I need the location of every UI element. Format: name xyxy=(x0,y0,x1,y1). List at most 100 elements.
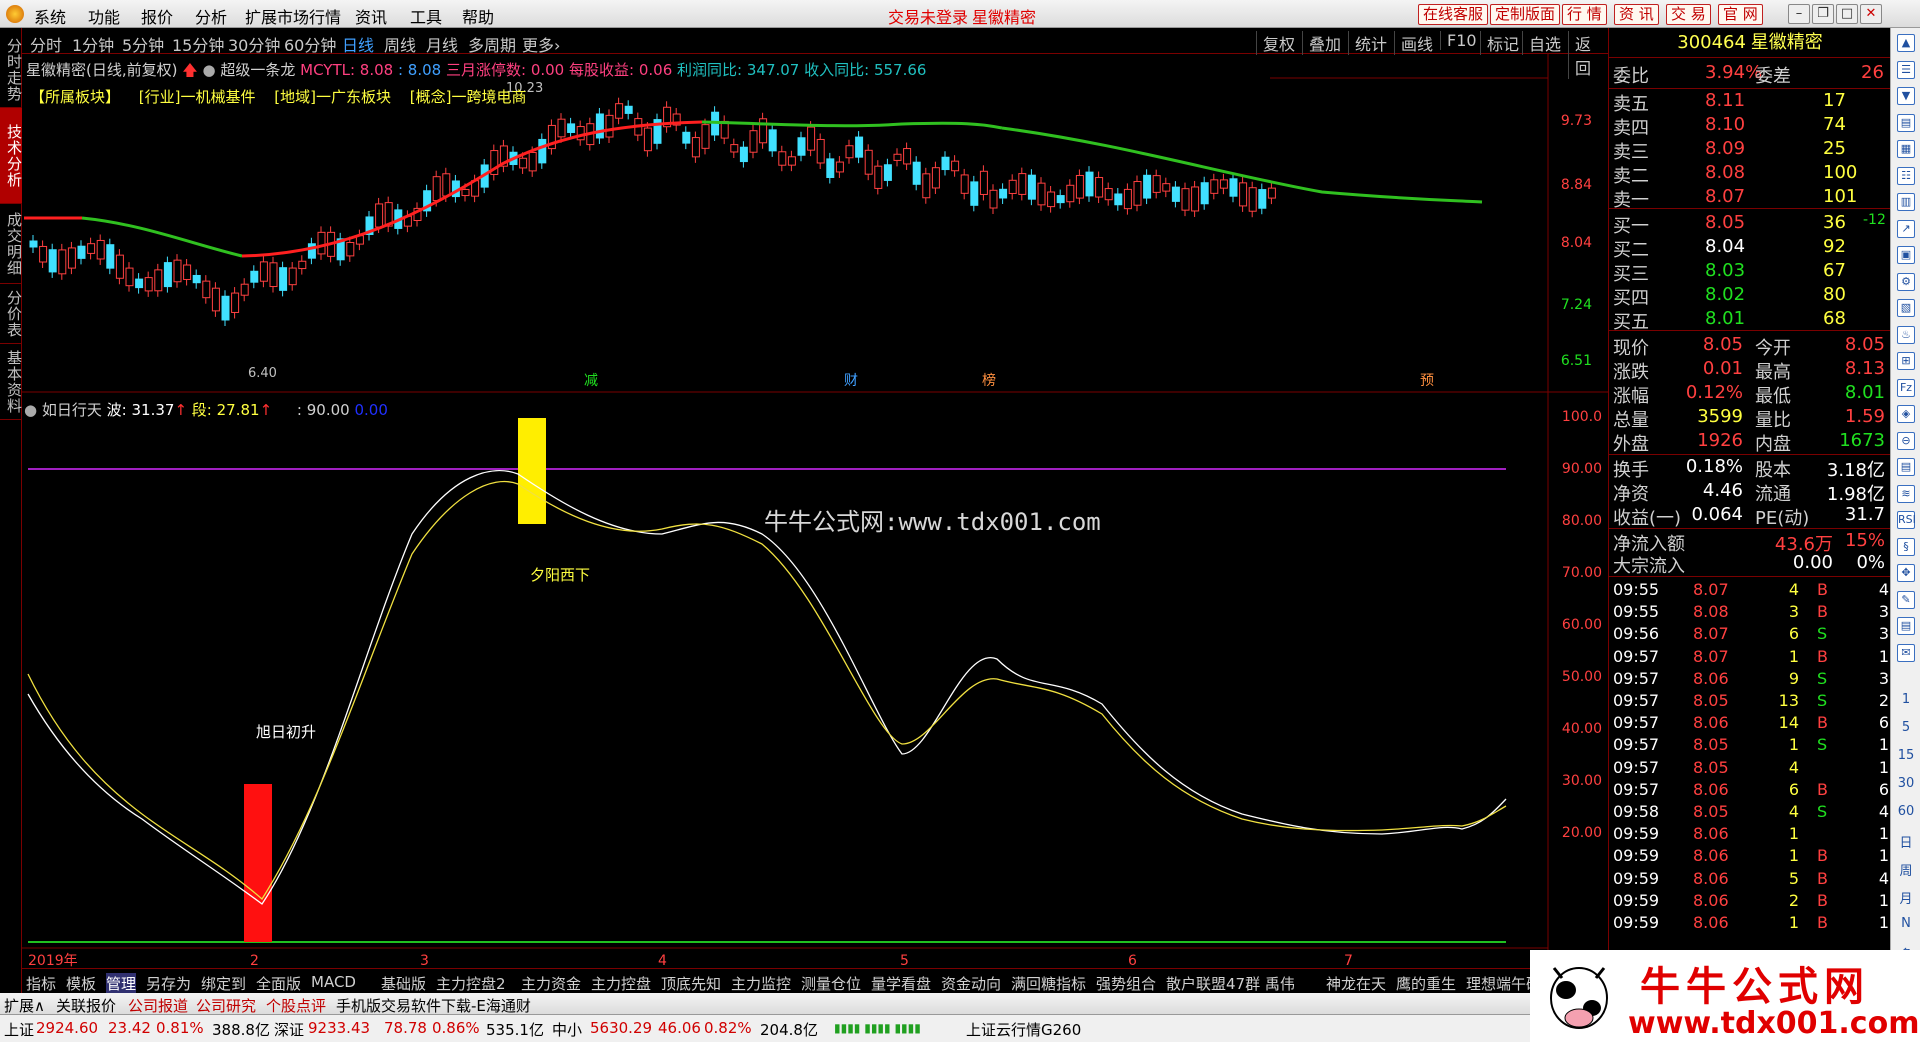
status-related-quote[interactable]: 关联报价 xyxy=(56,995,116,1016)
menu-help[interactable]: 帮助 xyxy=(462,4,494,28)
indicator-tab[interactable]: 散户联盟47群 禹伟 xyxy=(1166,973,1295,994)
menu-system[interactable]: 系统 xyxy=(34,4,66,28)
tool-strip-icon[interactable]: ▦ xyxy=(1897,140,1915,158)
tool-mark[interactable]: 标记 xyxy=(1480,31,1525,55)
tool-strip-icon[interactable]: ♨ xyxy=(1897,325,1915,344)
period-monthly[interactable]: 月线 xyxy=(426,32,458,56)
restore-icon[interactable]: ❐ xyxy=(1812,4,1834,24)
indicator-tab[interactable]: 指标 xyxy=(26,973,56,994)
tool-strip-icon[interactable]: ▣ xyxy=(1897,246,1915,264)
period-shortcut[interactable]: 月 xyxy=(1891,888,1920,907)
indicator-tab[interactable]: 管理 xyxy=(106,973,137,994)
period-intraday[interactable]: 分时 xyxy=(30,32,62,56)
tool-strip-icon[interactable]: Fz xyxy=(1897,378,1915,397)
status-company-research[interactable]: 公司研究 xyxy=(196,995,256,1016)
tool-adjust[interactable]: 复权 xyxy=(1256,31,1301,55)
chart-area[interactable]: 9.73 8.84 8.04 7.24 6.51 100.0 90.00 80.… xyxy=(22,54,1608,968)
period-30min[interactable]: 30分钟 xyxy=(228,32,280,56)
tool-draw-line[interactable]: 画线 xyxy=(1394,31,1439,55)
period-more[interactable]: 更多› xyxy=(522,32,560,56)
status-mobile-download[interactable]: 手机版交易软件下载-E海通财 xyxy=(336,995,531,1016)
quote-button[interactable]: 行 情 xyxy=(1562,4,1607,25)
cloud-quote-server[interactable]: 上证云行情G260 xyxy=(966,1019,1081,1040)
period-shortcut[interactable]: 周 xyxy=(1891,860,1920,879)
tool-strip-icon[interactable]: RSI xyxy=(1897,511,1916,529)
trade-button[interactable]: 交 易 xyxy=(1666,4,1711,25)
indicator-tab[interactable]: 顶底先知 xyxy=(661,973,721,994)
tool-overlay[interactable]: 叠加 xyxy=(1302,31,1347,55)
sub-dropdown-icon[interactable]: ● xyxy=(24,401,37,419)
period-daily[interactable]: 日线 xyxy=(342,32,374,56)
website-button[interactable]: 官 网 xyxy=(1718,4,1763,25)
indicator-tab[interactable]: MACD xyxy=(311,973,356,991)
menu-tools[interactable]: 工具 xyxy=(410,4,442,28)
period-shortcut[interactable]: 15 xyxy=(1891,748,1920,763)
status-stock-comment[interactable]: 个股点评 xyxy=(266,995,326,1016)
period-5min[interactable]: 5分钟 xyxy=(122,32,164,56)
status-expand[interactable]: 扩展∧ xyxy=(4,995,45,1016)
sell-level-row[interactable]: 卖二 8.08 100 xyxy=(1613,162,1889,187)
sell-level-row[interactable]: 卖三 8.09 25 xyxy=(1613,138,1889,163)
event-mark-forecast[interactable]: 预 xyxy=(1420,373,1434,389)
period-shortcut[interactable]: 60 xyxy=(1891,804,1920,819)
tool-strip-icon[interactable]: ▤ xyxy=(1897,617,1915,635)
event-mark-finance[interactable]: 财 xyxy=(844,373,858,389)
indicator-tab[interactable]: 基础版 xyxy=(381,973,426,994)
period-1min[interactable]: 1分钟 xyxy=(72,32,114,56)
indicator-tab[interactable]: 模板 xyxy=(66,973,96,994)
sell-level-row[interactable]: 卖一 8.07 101 xyxy=(1613,186,1889,211)
buy-level-row[interactable]: 买二 8.04 92 xyxy=(1613,236,1889,261)
tool-strip-icon[interactable]: ✎ xyxy=(1897,590,1915,609)
maximize-icon[interactable]: □ xyxy=(1836,4,1858,24)
period-60min[interactable]: 60分钟 xyxy=(284,32,336,56)
menu-news[interactable]: 资讯 xyxy=(355,4,387,28)
sector-concept[interactable]: [概念]一跨境电商 xyxy=(410,88,527,106)
sell-level-row[interactable]: 卖五 8.11 17 xyxy=(1613,90,1889,115)
status-company-report[interactable]: 公司报道 xyxy=(128,995,188,1016)
menu-function[interactable]: 功能 xyxy=(88,4,120,28)
indicator-tab[interactable]: 主力资金 xyxy=(521,973,581,994)
indicator-tab[interactable]: 量学看盘 xyxy=(871,973,931,994)
tool-strip-icon[interactable]: ▲ xyxy=(1897,34,1915,52)
tool-strip-icon[interactable]: ⚙ xyxy=(1897,272,1915,291)
tool-f10[interactable]: F10 xyxy=(1440,31,1483,50)
news-button[interactable]: 资 讯 xyxy=(1614,4,1659,25)
event-mark-ranking[interactable]: 榜 xyxy=(982,372,996,389)
period-shortcut[interactable]: 30 xyxy=(1891,776,1920,791)
buy-level-row[interactable]: 买三 8.03 67 xyxy=(1613,260,1889,285)
indicator-tab[interactable]: 神龙在天 xyxy=(1326,973,1386,994)
tool-strip-icon[interactable]: ✉ xyxy=(1897,643,1915,662)
tool-strip-icon[interactable]: ↗ xyxy=(1897,219,1915,238)
tool-strip-icon[interactable]: ▤ xyxy=(1897,458,1915,476)
close-icon[interactable]: ✕ xyxy=(1860,4,1882,24)
dropdown-icon[interactable]: ● xyxy=(202,61,215,79)
tool-strip-icon[interactable]: ☰ xyxy=(1897,60,1915,79)
indicator-tab[interactable]: 测量仓位 xyxy=(801,973,861,994)
menu-analysis[interactable]: 分析 xyxy=(195,4,227,28)
indicator-tab[interactable]: 绑定到 xyxy=(201,973,246,994)
sell-level-row[interactable]: 卖四 8.10 74 xyxy=(1613,114,1889,139)
tool-statistics[interactable]: 统计 xyxy=(1348,31,1393,55)
tool-watchlist[interactable]: 自选 xyxy=(1522,31,1567,55)
tool-strip-icon[interactable]: ◈ xyxy=(1897,405,1915,423)
tool-strip-icon[interactable]: ✥ xyxy=(1897,564,1915,582)
tool-strip-icon[interactable]: § xyxy=(1897,537,1915,556)
period-shortcut[interactable]: 日 xyxy=(1891,832,1920,851)
period-multi[interactable]: 多周期 xyxy=(468,32,516,56)
indicator-tab[interactable]: 鹰的重生 xyxy=(1396,973,1456,994)
period-shortcut[interactable]: 1 xyxy=(1891,692,1920,707)
menu-quote[interactable]: 报价 xyxy=(141,4,173,28)
tab-intraday[interactable]: 分时走势 xyxy=(0,32,23,108)
indicator-tab[interactable]: 另存为 xyxy=(146,973,191,994)
custom-layout-button[interactable]: 定制版面 xyxy=(1490,4,1561,25)
indicator-tab[interactable]: 主力监控 xyxy=(731,973,791,994)
tool-strip-icon[interactable]: ☷ xyxy=(1897,166,1915,185)
indicator-name[interactable]: 超级一条龙 xyxy=(220,61,295,79)
indicator-tab[interactable]: 强势组合 xyxy=(1096,973,1156,994)
tab-technical-analysis[interactable]: 技术分析 xyxy=(0,108,23,204)
tool-strip-icon[interactable]: ▧ xyxy=(1897,299,1915,317)
period-15min[interactable]: 15分钟 xyxy=(172,32,224,56)
tab-price-table[interactable]: 分价表 xyxy=(0,284,23,344)
online-service-button[interactable]: 在线客服 xyxy=(1418,4,1489,25)
indicator-tab[interactable]: 主力控盘 xyxy=(591,973,651,994)
